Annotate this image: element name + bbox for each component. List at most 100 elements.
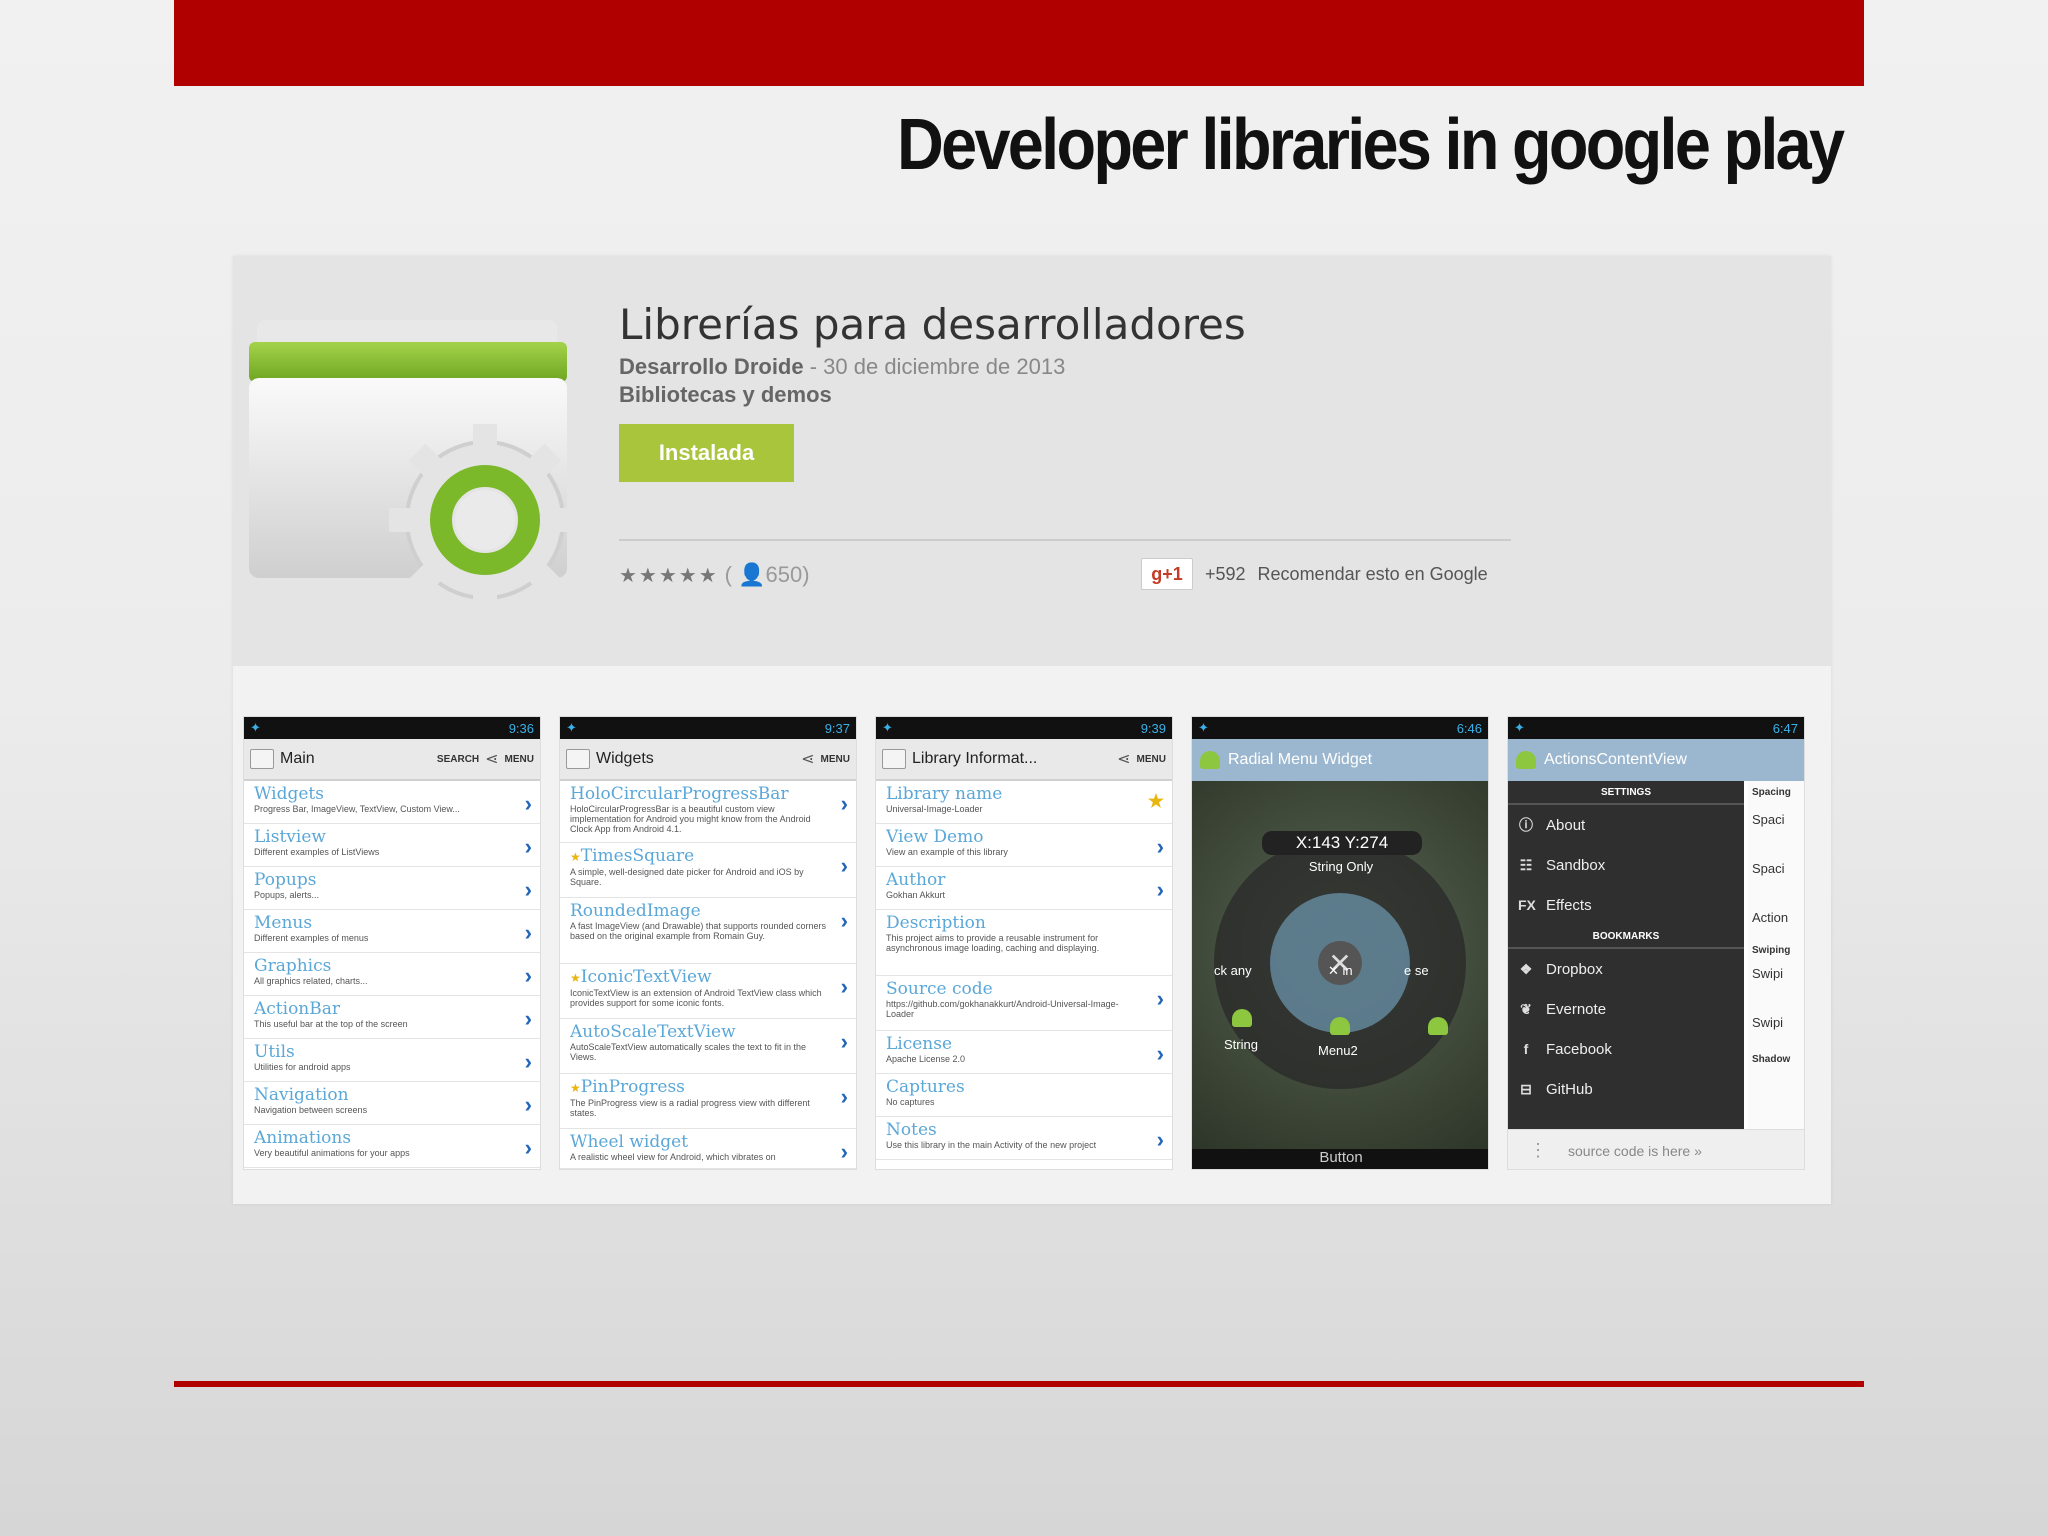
chevron-right-icon: ›: [840, 974, 848, 999]
chevron-right-icon: ›: [1156, 1041, 1164, 1066]
share-icon: ⋖: [485, 751, 499, 768]
evernote-icon: ❦: [1520, 1000, 1532, 1017]
list-item: ActionBar This useful bar at the top of t…: [244, 996, 540, 1039]
screenshot-actions-content-view[interactable]: ✦ 6:47 ActionsContentView SETTINGS ⓘ About…: [1507, 716, 1805, 1170]
folder-gear-icon: [249, 320, 577, 616]
info-icon: ⓘ: [1519, 817, 1533, 833]
content-column: Spacing Spaci Spaci Action Swiping Swipi…: [1748, 781, 1804, 1129]
action-bar-title: Main: [280, 750, 315, 767]
section-header: SETTINGS: [1508, 781, 1744, 805]
menu-action: MENU: [1136, 753, 1166, 765]
list-item: ★IconicTextView IconicTextView is an exte…: [560, 964, 856, 1019]
action-bar: Radial Menu Widget: [1192, 739, 1488, 781]
menu-item: ☷ Sandbox: [1519, 856, 1606, 874]
chevron-right-icon: ›: [1156, 986, 1164, 1011]
action-bar-title: ActionsContentView: [1544, 751, 1687, 768]
star-icon: ★: [570, 850, 581, 864]
chevron-right-icon: ›: [1156, 1127, 1164, 1152]
list-item: Captures No captures: [876, 1074, 1172, 1117]
list-item: Navigation Navigation between screens ›: [244, 1082, 540, 1125]
menu-label: String: [1224, 1037, 1258, 1052]
gplus-one-button[interactable]: g+1: [1141, 558, 1193, 590]
list-item: Source code https://github.com/gokhanakku…: [876, 976, 1172, 1031]
chevron-right-icon: ›: [840, 908, 848, 933]
list-item: Widgets Progress Bar, ImageView, TextView…: [244, 781, 540, 824]
action-bar: Main SEARCH ⋖ MENU: [244, 739, 540, 781]
status-bar: ✦ 9:39: [876, 717, 1172, 739]
list-item: License Apache License 2.0 ›: [876, 1031, 1172, 1074]
list-item: AutoScaleTextView AutoScaleTextView autom…: [560, 1019, 856, 1074]
gplus-row: g+1 +592 Recomendar esto en Google: [1141, 558, 1488, 590]
android-icon: [1516, 751, 1536, 769]
list-item: RoundedImage A fast ImageView (and Drawab…: [560, 898, 856, 964]
coordinate-readout: X:143 Y:274: [1262, 831, 1422, 855]
rating: ★★★★★ ( 👤650): [619, 562, 810, 588]
list-item: Author Gokhan Akkurt ›: [876, 867, 1172, 910]
star-rating-icon: ★★★★★: [619, 565, 719, 587]
installed-button[interactable]: Instalada: [619, 424, 794, 482]
review-count: ( 👤650): [724, 562, 810, 587]
developer-link[interactable]: Desarrollo Droide: [619, 354, 804, 379]
list-item: Popups Popups, alerts... ›: [244, 867, 540, 910]
fx-icon: FX: [1518, 897, 1536, 913]
action-bar-title: Widgets: [596, 750, 654, 767]
category-link[interactable]: Bibliotecas y demos: [619, 382, 832, 408]
side-menu: SETTINGS ⓘ About ☷ Sandbox FX Effects BOOKM…: [1508, 781, 1744, 1129]
chevron-right-icon: ›: [524, 963, 532, 988]
search-action: SEARCH: [436, 753, 480, 765]
star-icon: ★: [570, 1081, 581, 1095]
android-icon: [1232, 1009, 1252, 1027]
menu-label: ck any: [1214, 963, 1252, 978]
star-icon: ★: [570, 971, 581, 985]
action-bar: ActionsContentView: [1508, 739, 1804, 781]
menu-label: ✕ in: [1328, 963, 1353, 978]
app-title: Librerías para desarrolladores: [619, 300, 1246, 349]
screenshot-widgets[interactable]: ✦ 9:37 Widgets ⋖ MENU HoloCircularProgres…: [559, 716, 857, 1170]
menu-item: f Facebook: [1508, 1029, 1744, 1069]
bottom-red-line: [174, 1381, 1864, 1387]
chevron-right-icon: ›: [1156, 877, 1164, 902]
list-item: Graphics All graphics related, charts... ›: [244, 953, 540, 996]
screenshots-strip: ✦ 9:36 Main SEARCH ⋖ MENU Widgets Progress…: [243, 716, 1823, 1170]
list-item: Library name Universal-Image-Loader ★: [876, 781, 1172, 824]
menu-item: ❦ Evernote: [1508, 989, 1744, 1029]
menu-item: ⊟ GitHub: [1508, 1069, 1744, 1109]
menu-action: MENU: [820, 753, 850, 765]
chevron-right-icon: ›: [524, 1006, 532, 1031]
list-item: Notes Use this library in the main Activi…: [876, 1117, 1172, 1160]
status-bar: ✦ 6:47: [1508, 717, 1804, 739]
sliders-icon: ☷: [1519, 856, 1533, 873]
screenshot-library-info[interactable]: ✦ 9:39 Library Informat... ⋖ MENU Library…: [875, 716, 1173, 1170]
recommend-text: Recomendar esto en Google: [1257, 563, 1488, 584]
android-icon: [1428, 1017, 1448, 1035]
plus-count: +592: [1205, 563, 1246, 584]
chevron-right-icon: ›: [524, 1092, 532, 1117]
developer-line: Desarrollo Droide - 30 de diciembre de 2…: [619, 354, 1065, 380]
share-icon: ⋖: [1117, 751, 1131, 768]
chevron-right-icon: ›: [524, 791, 532, 816]
app-icon: [566, 749, 590, 769]
menu-label: String Only: [1308, 859, 1374, 874]
dropbox-icon: ❖: [1519, 960, 1533, 977]
screenshot-main[interactable]: ✦ 9:36 Main SEARCH ⋖ MENU Widgets Progress…: [243, 716, 541, 1170]
status-bar: ✦ 9:36: [244, 717, 540, 739]
list-item: Utils Utilities for android apps ›: [244, 1039, 540, 1082]
slide-title: Developer libraries in google play: [896, 105, 1845, 185]
chevron-right-icon: ›: [840, 791, 848, 816]
screenshot-radial-menu[interactable]: ✦ 6:46 Radial Menu Widget ✕ X:143 Y:274 S…: [1191, 716, 1489, 1170]
listing-header: Librerías para desarrolladores Desarroll…: [233, 256, 1831, 666]
source-link: source code is here »: [1568, 1142, 1702, 1159]
app-icon: [250, 749, 274, 769]
list-item: Animations Very beautiful animations for …: [244, 1125, 540, 1168]
action-bar-title: Library Informat...: [912, 750, 1038, 767]
chevron-right-icon: ›: [524, 1135, 532, 1160]
github-icon: ⊟: [1520, 1080, 1532, 1097]
menu-label: Menu2: [1318, 1043, 1358, 1058]
chevron-right-icon: ›: [524, 1049, 532, 1074]
chevron-right-icon: ›: [840, 1084, 848, 1109]
list-item: ★PinProgress The PinProgress view is a ra…: [560, 1074, 856, 1129]
overflow-icon: ⋮: [1529, 1140, 1547, 1160]
chevron-right-icon: ›: [840, 1139, 848, 1164]
action-bar: Widgets ⋖ MENU: [560, 739, 856, 781]
section-header: BOOKMARKS: [1508, 925, 1744, 949]
